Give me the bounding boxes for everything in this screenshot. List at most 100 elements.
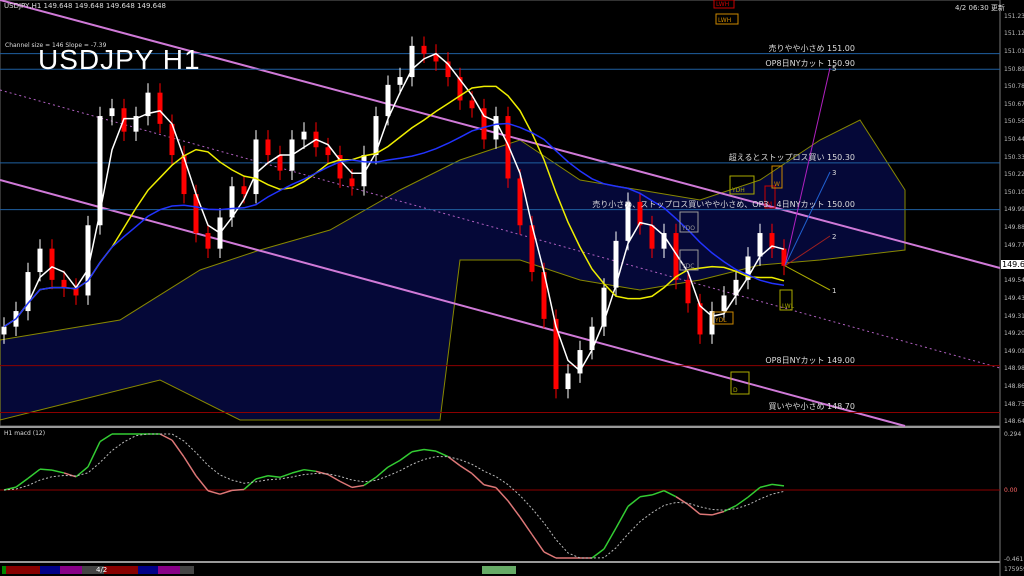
macd-line-segment <box>88 442 100 467</box>
candle-body <box>50 249 55 280</box>
candle-body <box>722 295 727 311</box>
timeline-segment <box>138 566 158 574</box>
macd-line-segment <box>16 478 28 487</box>
y-tick-label: 148.750 <box>1004 401 1024 408</box>
macd-line-segment <box>256 476 268 479</box>
pivot-box-label: D <box>733 387 738 394</box>
macd-line-segment <box>172 440 184 457</box>
y-tick-label: 151.010 <box>1004 48 1024 55</box>
timeline-segment <box>60 566 82 574</box>
macd-line-segment <box>532 534 544 551</box>
macd-line-segment <box>748 487 760 497</box>
macd-line-segment <box>244 479 256 490</box>
macd-line-segment <box>712 512 724 515</box>
date-label: 4/2 <box>96 566 107 574</box>
y-tick-label: 150.445 <box>1004 136 1024 143</box>
update-time: 4/2 06:30 更新 <box>955 3 1005 13</box>
macd-line-segment <box>184 457 196 476</box>
candle-body <box>470 100 475 108</box>
macd-line-segment <box>388 460 400 467</box>
y-tick-label: 150.105 <box>1004 189 1024 196</box>
y-tick-label: 148.865 <box>1004 383 1024 390</box>
y-tick-label: 149.880 <box>1004 224 1024 231</box>
y-tick-label: 150.220 <box>1004 171 1024 178</box>
y-tick-label: 150.670 <box>1004 101 1024 108</box>
level-label: 超えるとストップロス買い 150.30 <box>729 152 855 163</box>
current-price-label: 149.640 <box>1001 260 1024 269</box>
y-tick-label: 150.785 <box>1004 83 1024 90</box>
y-tick-label: 150.560 <box>1004 118 1024 125</box>
macd-line-segment <box>280 473 292 477</box>
macd-line-segment <box>772 484 784 486</box>
level-label: OP8日NYカット 150.90 <box>765 58 855 69</box>
candle-body <box>38 249 43 272</box>
macd-line-segment <box>232 489 244 490</box>
candle-body <box>386 85 391 116</box>
candle-body <box>758 233 763 256</box>
pivot-box-label: YDO <box>681 225 695 232</box>
timeline-segment <box>180 566 194 574</box>
y-tick-label: 150.330 <box>1004 154 1024 161</box>
macd-line-segment <box>424 449 436 451</box>
y-tick-label: 150.895 <box>1004 66 1024 73</box>
chart-title: USDJPY H1 <box>38 44 201 76</box>
macd-line-segment <box>520 517 532 534</box>
pivot-box-label: LWH <box>716 1 729 8</box>
candle-body <box>650 225 655 248</box>
pivot-box-label: LWH <box>718 17 731 24</box>
macd-line-segment <box>628 497 640 507</box>
y-tick-label: 149.315 <box>1004 313 1024 320</box>
timeline-segment <box>40 566 60 574</box>
macd-line-segment <box>40 469 52 470</box>
timeline-segment <box>6 566 40 574</box>
macd-line-segment <box>616 506 628 528</box>
pivot-box-label: LWL <box>782 303 795 310</box>
macd-line-segment <box>100 434 112 442</box>
macd-bottom-value: 175959 <box>1004 566 1024 573</box>
candle-body <box>326 147 331 155</box>
candle-body <box>302 132 307 140</box>
macd-line-segment <box>760 484 772 487</box>
macd-line-segment <box>544 552 556 558</box>
macd-line-segment <box>436 451 448 456</box>
price-chart[interactable]: 5321LWHLWHYDHMWYDOYDCYDLLWLD <box>0 0 1024 576</box>
candle-body <box>566 373 571 389</box>
macd-line-segment <box>700 514 712 515</box>
timeline-segment <box>158 566 180 574</box>
symbol-line: USDJPY,H1 149.648 149.648 149.648 149.64… <box>4 2 166 10</box>
fib-label: 3 <box>832 169 836 177</box>
candle-body <box>350 178 355 186</box>
fib-label: 2 <box>832 233 836 241</box>
candle-body <box>242 186 247 194</box>
candle-body <box>254 139 259 194</box>
pivot-box-label: YDL <box>714 317 727 324</box>
macd-line-segment <box>292 470 304 473</box>
candle-body <box>230 186 235 217</box>
candle-body <box>158 93 163 124</box>
macd-line-segment <box>460 466 472 474</box>
macd-line-segment <box>736 497 748 505</box>
macd-line-segment <box>592 549 604 558</box>
macd-line-segment <box>160 434 172 440</box>
macd-line-segment <box>376 467 388 477</box>
candle-body <box>518 178 523 225</box>
y-tick-label: 148.640 <box>1004 418 1024 425</box>
candle-body <box>398 77 403 85</box>
ichimoku-cloud <box>0 120 905 420</box>
timeline-segment <box>482 566 516 574</box>
macd-line-segment <box>640 495 652 497</box>
macd-line-segment <box>412 449 424 451</box>
projection-line <box>785 266 830 290</box>
candle-body <box>422 46 427 54</box>
macd-line-segment <box>508 501 520 517</box>
candle-body <box>266 139 271 155</box>
macd-line-segment <box>268 476 280 478</box>
macd-tick: -0.461 <box>1004 556 1023 563</box>
y-tick-label: 149.090 <box>1004 348 1024 355</box>
y-tick-label: 149.430 <box>1004 295 1024 302</box>
y-tick-label: 149.540 <box>1004 277 1024 284</box>
macd-line-segment <box>484 485 496 488</box>
macd-line-segment <box>400 452 412 461</box>
candle-body <box>206 233 211 249</box>
y-tick-label: 149.205 <box>1004 330 1024 337</box>
